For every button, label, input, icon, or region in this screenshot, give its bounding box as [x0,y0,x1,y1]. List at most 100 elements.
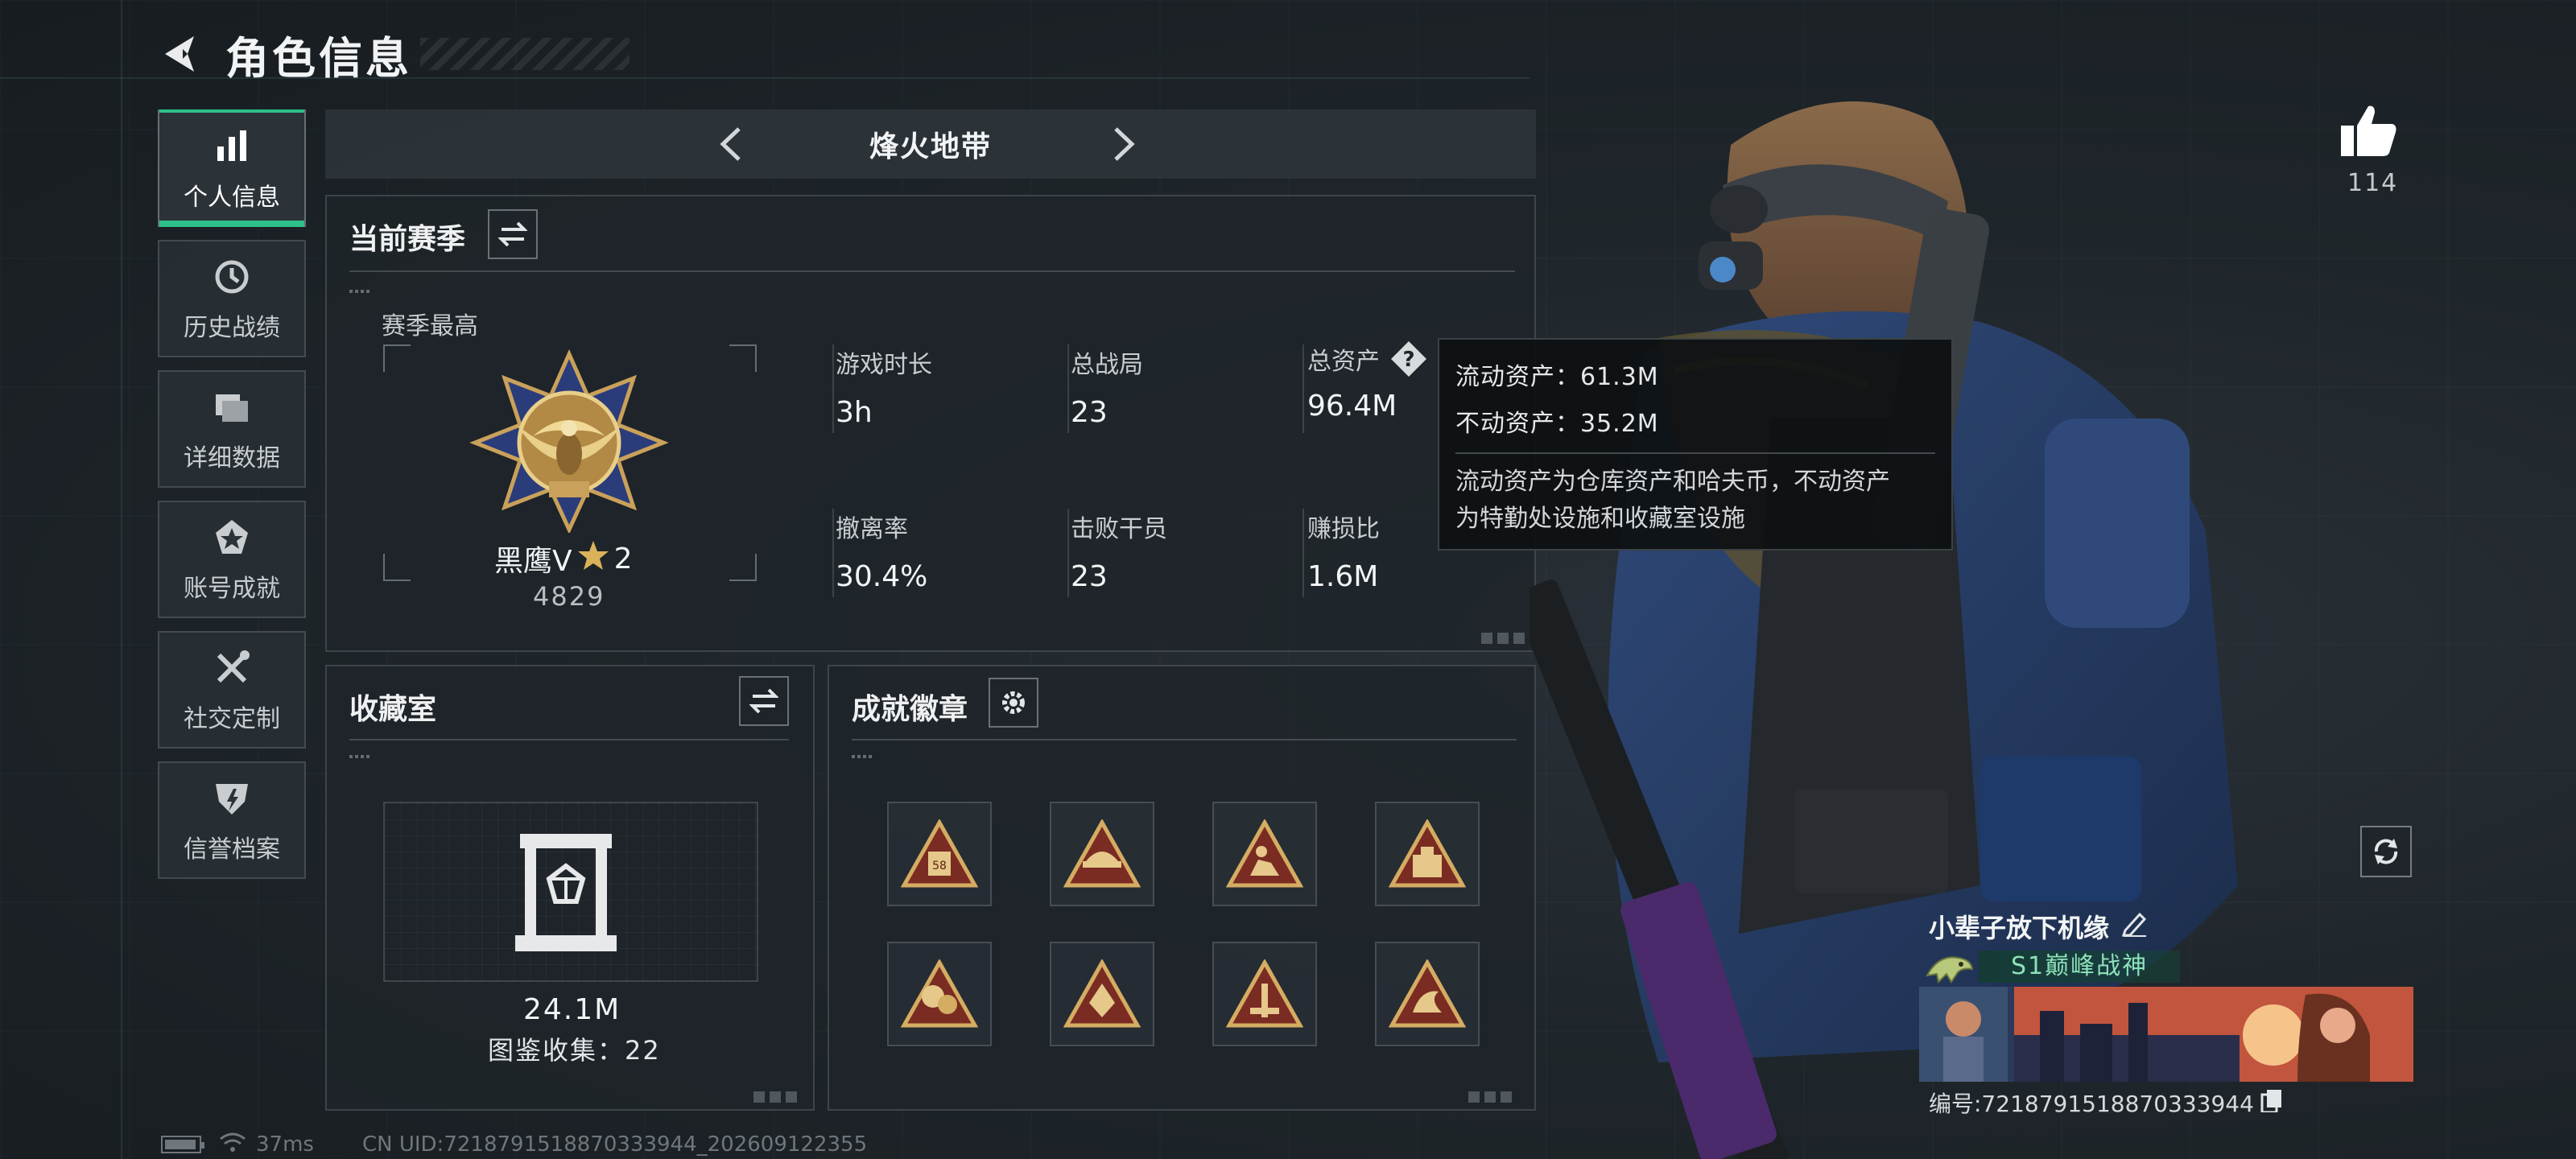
divider [349,755,370,758]
tooltip-description-line: 流动资产为仓库资产和哈夫币，不动资产 [1455,468,1890,496]
player-card: 小辈子放下机缘 S1巅峰战神 编号:7218791518870333944 [1919,897,2413,1122]
sidebar-item-label: 个人信息 [184,184,280,212]
tooltip-liquid-assets: 流动资产：61.3M [1455,363,1659,391]
stat-label: 总资产 ? [1307,340,1428,378]
divider [349,270,1515,272]
divider [1067,509,1069,597]
stat-operators-defeated: 击败干员 23 [1071,509,1167,593]
badge-icon: 58 [901,819,978,888]
status-footer: 37ms CN UID:7218791518870333944_20260912… [161,1130,867,1159]
back-arrow-icon[interactable] [153,26,209,82]
stat-value: 30.4% [836,560,928,593]
stat-total-matches: 总战局 23 [1071,344,1143,429]
refresh-icon[interactable] [2360,826,2412,877]
stat-value: 3h [836,396,873,429]
header: 角色信息 [153,18,630,90]
chevron-right-icon[interactable] [1103,124,1143,164]
edit-icon[interactable] [2120,909,2148,943]
sidebar-item-label: 详细数据 [184,444,280,472]
frame-corner [729,344,757,372]
badge-icon [1389,819,1466,888]
ping-value: 37ms [256,1132,314,1157]
swap-icon[interactable] [739,676,789,726]
divider [1455,452,1935,454]
season-best-label: 赛季最高 [382,312,478,340]
divider [832,509,834,597]
divider [852,739,1517,740]
collection-value: 24.1M [523,993,621,1026]
badge-tile[interactable] [1375,942,1480,1046]
sidebar-item-achievements[interactable]: 账号成就 [158,501,306,618]
sidebar-item-credit[interactable]: 信誉档案 [158,761,306,879]
player-title-badge: S1巅峰战神 [1979,951,2181,983]
stat-profit-loss-ratio: 赚损比 1.6M [1307,509,1380,593]
help-icon[interactable]: ? [1389,340,1428,378]
stat-label: 撤离率 [836,515,908,543]
star-icon [577,539,609,579]
stat-value: 23 [1071,560,1108,593]
divider [349,739,789,740]
battery-icon [161,1136,204,1153]
badge-tile[interactable] [1050,942,1154,1046]
achievement-icon [209,515,254,560]
page-title: 角色信息 [225,32,412,84]
player-id-text: 编号:7218791518870333944 [1929,1091,2254,1117]
sidebar-item-personal-info[interactable]: 个人信息 [158,109,306,227]
badge-tile[interactable] [1375,802,1480,906]
folder-icon [209,385,254,430]
collection-title: 收藏室 [349,693,437,726]
history-icon [209,254,254,299]
copy-icon[interactable] [2260,1088,2285,1118]
badge-tile[interactable] [887,942,992,1046]
badge-icon [901,959,978,1028]
badge-tile[interactable] [1050,802,1154,906]
bar-chart-icon [209,124,254,169]
divider [1302,344,1304,433]
badges-title: 成就徽章 [852,693,968,726]
tooltip-description-line: 为特勤处设施和收藏室设施 [1455,505,1745,533]
uid-text: CN UID:7218791518870333944_202609122355 [361,1132,868,1157]
badge-icon [1226,959,1303,1028]
gear-icon[interactable] [989,678,1038,728]
svg-text:?: ? [1402,348,1414,372]
assets-tooltip: 流动资产：61.3M 不动资产：35.2M 流动资产为仓库资产和哈夫币，不动资产… [1438,338,1953,551]
sidebar-item-social-custom[interactable]: 社交定制 [158,631,306,749]
player-name: 小辈子放下机缘 [1929,908,2148,945]
stat-total-assets: 总资产 ? 96.4M [1307,340,1428,423]
stat-label: 赚损比 [1307,515,1380,543]
sidebar-item-history[interactable]: 历史战绩 [158,240,306,357]
badge-tile[interactable]: 58 [887,802,992,906]
divider [832,344,834,433]
mode-selector: 烽火地带 [325,109,1536,179]
sidebar-item-label: 社交定制 [184,705,280,733]
mode-title: 烽火地带 [869,130,992,163]
badge-tile[interactable] [1212,802,1317,906]
like-count: 114 [2347,169,2399,197]
stat-label: 总战局 [1071,351,1143,379]
display-case-icon [515,831,617,956]
badge-tile[interactable] [1212,942,1317,1046]
divider [1302,509,1304,597]
swap-icon[interactable] [488,209,538,259]
rank-stars: 2 [613,542,633,575]
frame-corner [383,554,411,581]
tools-icon [209,645,254,691]
stat-play-time: 游戏时长 3h [836,344,932,429]
sidebar-item-detail-data[interactable]: 详细数据 [158,370,306,488]
player-name-text: 小辈子放下机缘 [1929,913,2110,943]
collection-count: 图鉴收集：22 [488,1035,661,1066]
divider [852,755,873,758]
credit-icon [209,776,254,821]
rank-score: 4829 [533,581,605,612]
thumbs-up-icon[interactable] [2339,103,2399,159]
player-banner[interactable] [1919,987,2413,1082]
rank-name: 黑鹰V 2 [494,538,633,580]
tooltip-fixed-assets: 不动资产：35.2M [1455,410,1659,438]
badge-icon [1063,819,1141,888]
corner-decoration [1481,633,1530,644]
rank-name-text: 黑鹰V [494,545,572,578]
chevron-left-icon[interactable] [712,124,752,164]
player-title-row: S1巅峰战神 [1922,947,2260,987]
stat-extraction-rate: 撤离率 30.4% [836,509,927,593]
svg-text:58: 58 [932,860,947,872]
